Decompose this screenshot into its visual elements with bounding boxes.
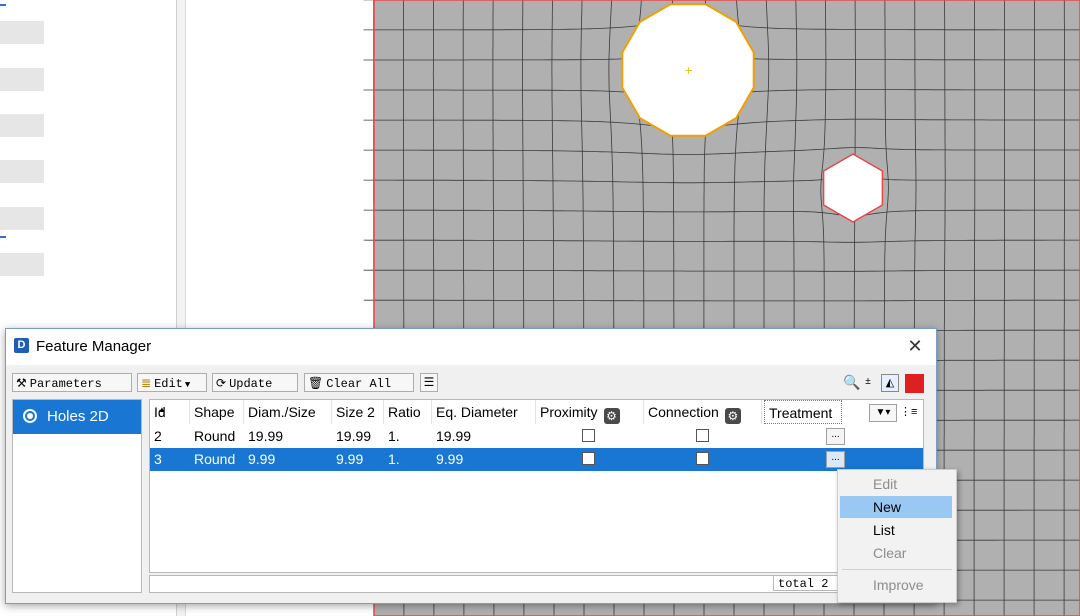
cell-diam: 9.99 — [248, 451, 276, 467]
table-row[interactable]: 3 Round 9.99 9.99 1. 9.99 ... — [150, 448, 923, 471]
clear-all-button[interactable]: 🗑 Clear All — [304, 373, 414, 392]
table-header: ▲ Id Shape Diam./Size Size 2 Ratio Eq. Di… — [150, 400, 923, 424]
cell-id: 3 — [154, 451, 162, 467]
treatment-menu-button[interactable]: ... — [826, 428, 845, 445]
edit-label: Edit — [154, 377, 183, 391]
proximity-checkbox[interactable] — [582, 429, 595, 442]
column-header-proximity[interactable]: Proximity ⚙ — [536, 400, 644, 424]
cell-ratio: 1. — [388, 428, 400, 444]
tree-tick — [0, 236, 6, 238]
clear-all-label: Clear All — [326, 377, 392, 391]
cell-size2: 19.99 — [336, 428, 372, 444]
column-header-connection[interactable]: Connection ⚙ — [644, 400, 762, 424]
highlight-icon[interactable]: ◭ — [881, 374, 899, 392]
dialog-titlebar[interactable]: D Feature Manager ✕ — [6, 329, 936, 365]
placeholder-row — [0, 21, 44, 44]
placeholder-row — [0, 253, 44, 276]
feature-manager-icon: D — [14, 338, 29, 353]
total-count: total 2 — [773, 575, 843, 591]
close-button[interactable]: ✕ — [904, 335, 926, 357]
placeholder-row — [0, 160, 44, 183]
update-button[interactable]: ⟳ Update — [212, 373, 298, 392]
cell-eq-diameter: 9.99 — [436, 451, 464, 467]
menu-item-list[interactable]: List — [840, 519, 952, 541]
radio-icon — [23, 409, 37, 423]
update-label: Update — [229, 377, 273, 391]
status-field — [149, 575, 843, 593]
menu-item-edit[interactable]: Edit — [840, 473, 952, 495]
proximity-checkbox[interactable] — [582, 452, 595, 465]
color-icon[interactable] — [905, 374, 924, 393]
placeholder-row — [0, 68, 44, 91]
menu-item-new[interactable]: New — [840, 496, 952, 518]
table-row[interactable]: 2 Round 19.99 19.99 1. 19.99 ... — [150, 425, 923, 448]
feature-manager-dialog: D Feature Manager ✕ ⚒ Parameters ≣ Edit ▼ ⟳… — [5, 328, 937, 604]
menu-icon[interactable]: ☰ — [420, 373, 438, 392]
cell-diam: 19.99 — [248, 428, 284, 444]
feature-item-label: Holes 2D — [47, 408, 109, 425]
menu-item-clear[interactable]: Clear — [840, 542, 952, 564]
filter-icon[interactable]: ▼▾ — [869, 404, 897, 422]
column-header-size2[interactable]: Size 2 — [332, 400, 384, 424]
column-header-ratio[interactable]: Ratio — [384, 400, 432, 424]
treatment-context-menu: Edit New List Clear Improve — [837, 469, 957, 603]
features-table: ▲ Id Shape Diam./Size Size 2 Ratio Eq. Di… — [149, 399, 924, 573]
dialog-title: Feature Manager — [36, 338, 152, 355]
chevron-down-icon: ▼ — [184, 380, 191, 390]
edit-list-icon: ≣ — [141, 376, 152, 390]
menu-item-improve[interactable]: Improve — [840, 574, 952, 596]
parameters-label: Parameters — [29, 377, 102, 391]
gear-icon[interactable]: ⚙ — [603, 408, 620, 424]
feature-item-holes-2d[interactable]: Holes 2D — [13, 400, 141, 434]
feature-type-list: Holes 2D — [12, 399, 142, 593]
parameters-button[interactable]: ⚒ Parameters — [12, 373, 132, 392]
hole-center-marker: + — [684, 64, 693, 77]
connection-checkbox[interactable] — [696, 452, 709, 465]
connection-checkbox[interactable] — [696, 429, 709, 442]
trash-icon: 🗑 — [308, 376, 324, 390]
menu-separator — [842, 569, 952, 570]
cell-id: 2 — [154, 428, 162, 444]
treatment-menu-button[interactable]: ... — [826, 451, 845, 468]
column-header-diam-size[interactable]: Diam./Size — [244, 400, 332, 424]
column-header-treatment[interactable]: Treatment — [764, 400, 842, 424]
placeholder-row — [0, 207, 44, 230]
column-chooser-icon[interactable]: ⋮≡ — [900, 404, 917, 420]
edit-dropdown-button[interactable]: ≣ Edit ▼ — [137, 373, 207, 392]
expand-collapse-icon[interactable]: ± — [860, 374, 876, 390]
refresh-icon: ⟳ — [216, 376, 227, 390]
cell-size2: 9.99 — [336, 451, 364, 467]
tree-tick — [0, 4, 6, 6]
toolbar: ⚒ Parameters ≣ Edit ▼ ⟳ Update 🗑 Clear All ☰ … — [6, 373, 936, 393]
placeholder-row — [0, 114, 44, 137]
cell-ratio: 1. — [388, 451, 400, 467]
column-header-id[interactable]: ▲ Id — [150, 400, 190, 424]
zoom-icon[interactable]: 🔍 — [843, 374, 860, 390]
tools-icon: ⚒ — [16, 376, 27, 390]
sort-ascending-icon: ▲ — [158, 405, 166, 414]
gear-icon[interactable]: ⚙ — [724, 408, 741, 424]
cell-eq-diameter: 19.99 — [436, 428, 472, 444]
column-header-shape[interactable]: Shape — [190, 400, 244, 424]
column-header-eq-diameter[interactable]: Eq. Diameter — [432, 400, 536, 424]
